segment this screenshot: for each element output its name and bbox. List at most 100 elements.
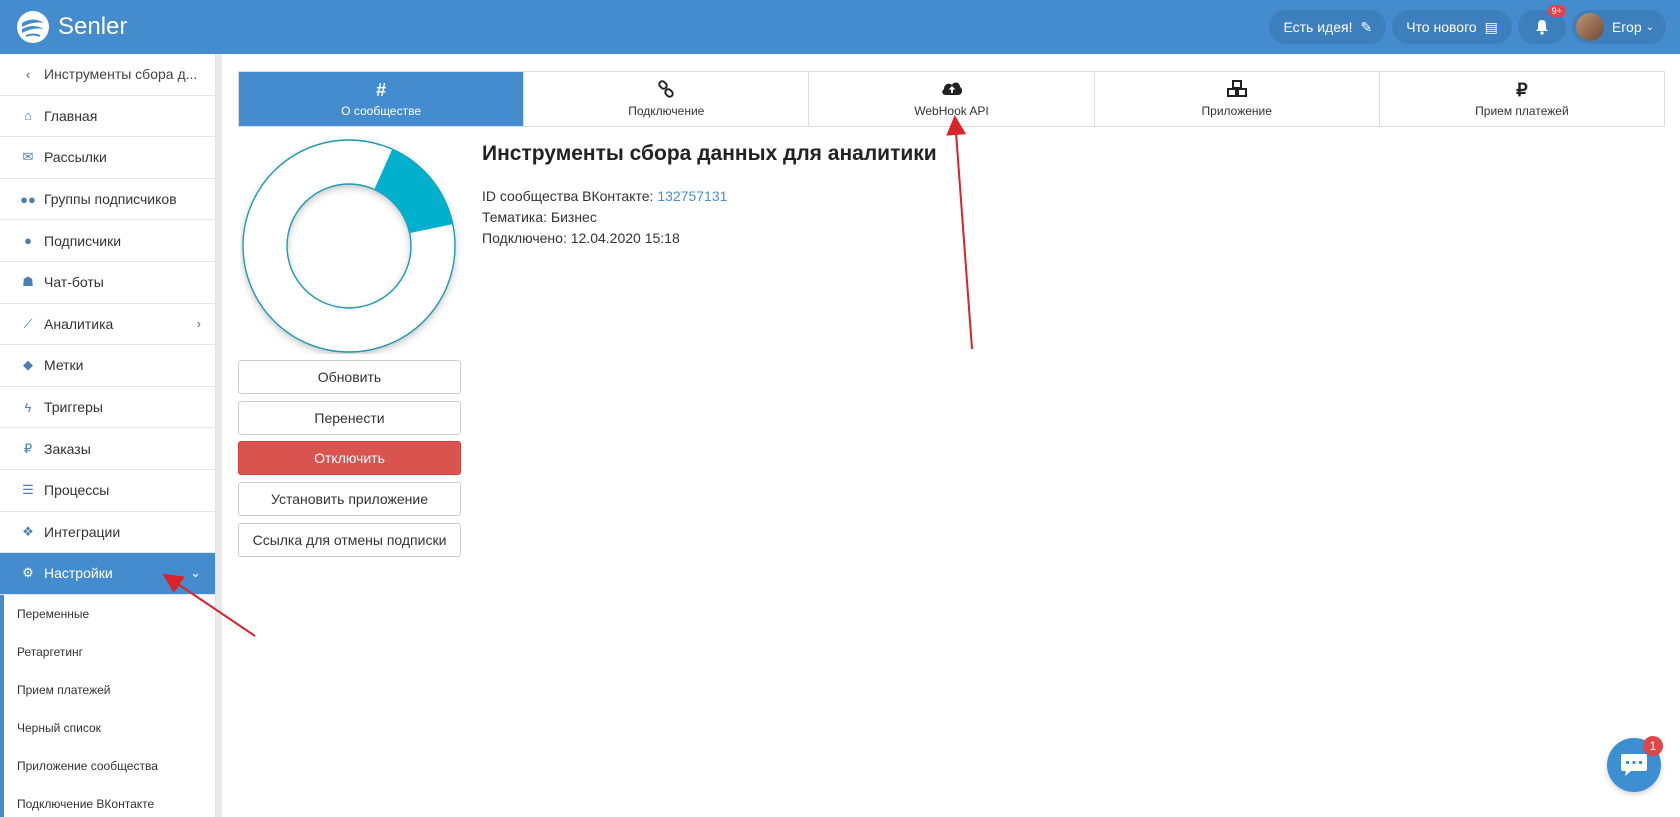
tab-label: WebHook API bbox=[914, 104, 989, 118]
sidebar-back-link[interactable]: ‹ Инструменты сбора д... bbox=[0, 54, 215, 96]
chevron-right-icon: › bbox=[196, 316, 201, 332]
chat-badge: 1 bbox=[1643, 736, 1663, 756]
sidebar-item-analytics[interactable]: ⟋ Аналитика › bbox=[0, 304, 215, 346]
sidebar-item-label: Группы подписчиков bbox=[44, 191, 177, 208]
sidebar-item-label: Главная bbox=[44, 107, 98, 124]
app-name: Senler bbox=[58, 13, 128, 40]
connected-row: Подключено: 12.04.2020 15:18 bbox=[482, 230, 680, 246]
support-chat-button[interactable]: 1 bbox=[1607, 736, 1663, 792]
unsubscribe-link-button[interactable]: Ссылка для отмены подписки bbox=[238, 523, 461, 557]
sidebar-item-label: Рассылки bbox=[44, 149, 107, 166]
top-navbar: Senler Есть идея! ✎ Что нового ▤ 9+ Егор… bbox=[0, 0, 1680, 54]
bolt-icon: ϟ bbox=[24, 399, 32, 415]
community-id-row: ID сообщества ВКонтакте: 132757131 bbox=[482, 188, 727, 204]
community-id-link[interactable]: 132757131 bbox=[657, 188, 727, 204]
submenu-item-retargeting[interactable]: Ретаргетинг bbox=[4, 633, 215, 671]
sidebar-item-subscriber-groups[interactable]: ●● Группы подписчиков bbox=[0, 179, 215, 221]
refresh-button[interactable]: Обновить bbox=[238, 360, 461, 394]
users-icon: ●● bbox=[20, 191, 36, 207]
logo[interactable]: Senler bbox=[16, 10, 127, 44]
ruble-icon: ₽ bbox=[23, 440, 33, 456]
sidebar-item-orders[interactable]: ₽ Заказы bbox=[0, 428, 215, 470]
envelope-icon: ✉ bbox=[22, 149, 34, 165]
notifications-button[interactable]: 9+ bbox=[1517, 5, 1566, 44]
install-app-button[interactable]: Установить приложение bbox=[238, 482, 461, 516]
chevron-down-icon: ⌄ bbox=[1645, 21, 1654, 33]
home-icon: ⌂ bbox=[24, 108, 32, 124]
sidebar-item-label: Настройки bbox=[44, 565, 113, 582]
whats-new-button[interactable]: Что нового ▤ bbox=[1392, 10, 1512, 44]
sidebar-item-home[interactable]: ⌂ Главная bbox=[0, 96, 215, 138]
move-button[interactable]: Перенести bbox=[238, 401, 461, 435]
submenu-item-payments[interactable]: Прием платежей bbox=[4, 671, 215, 709]
ruble-icon: ₽ bbox=[1516, 80, 1528, 100]
sidebar-item-label: Триггеры bbox=[44, 399, 103, 416]
tab-payments[interactable]: ₽ Прием платежей bbox=[1380, 72, 1664, 126]
community-tabs: # О сообществе Подключение WebHook API П… bbox=[238, 71, 1665, 127]
tab-application[interactable]: Приложение bbox=[1095, 72, 1380, 126]
cubes-icon: ❖ bbox=[22, 523, 34, 539]
submenu-item-variables[interactable]: Переменные bbox=[4, 595, 215, 633]
sidebar-item-label: Метки bbox=[44, 357, 84, 374]
tag-icon: ◆ bbox=[23, 357, 33, 373]
sidebar-item-processes[interactable]: ☰ Процессы bbox=[0, 470, 215, 512]
sidebar-item-subscribers[interactable]: ● Подписчики bbox=[0, 220, 215, 262]
whats-new-label: Что нового bbox=[1406, 19, 1477, 35]
tab-label: О сообществе bbox=[341, 104, 422, 118]
sidebar-item-integrations[interactable]: ❖ Интеграции bbox=[0, 512, 215, 554]
sidebar-item-label: Интеграции bbox=[44, 523, 121, 540]
tab-about[interactable]: # О сообществе bbox=[239, 72, 525, 126]
tab-label: Прием платежей bbox=[1475, 104, 1569, 118]
sidebar-item-chatbots[interactable]: ☗ Чат-боты bbox=[0, 262, 215, 304]
link-icon bbox=[657, 80, 675, 100]
newspaper-icon: ▤ bbox=[1484, 18, 1498, 35]
sidebar-item-label: Чат-боты bbox=[44, 274, 104, 291]
settings-submenu: Переменные Ретаргетинг Прием платежей Че… bbox=[0, 594, 215, 817]
android-icon: ☗ bbox=[22, 274, 34, 290]
chevron-left-icon: ‹ bbox=[25, 66, 31, 82]
avatar bbox=[1575, 13, 1604, 41]
connected-value: 12.04.2020 15:18 bbox=[570, 230, 680, 246]
edit-icon: ✎ bbox=[1360, 18, 1373, 35]
user-name: Егор bbox=[1611, 19, 1642, 35]
submenu-item-vk-connection[interactable]: Подключение ВКонтакте bbox=[4, 785, 215, 817]
submenu-item-community-app[interactable]: Приложение сообщества bbox=[4, 747, 215, 785]
sidebar-item-label: Аналитика bbox=[44, 315, 114, 332]
sidebar-item-label: Заказы bbox=[44, 440, 91, 457]
gears-icon: ⚙ bbox=[22, 565, 34, 581]
senler-logo-icon bbox=[17, 11, 49, 43]
idea-label: Есть идея! bbox=[1283, 19, 1353, 35]
cubes-icon bbox=[1226, 80, 1248, 100]
arrow-to-webhook-tab bbox=[946, 115, 973, 350]
server-icon: ☰ bbox=[22, 482, 34, 498]
user-icon: ● bbox=[24, 233, 32, 249]
chart-line-icon: ⟋ bbox=[23, 315, 33, 331]
sidebar-scrollbar[interactable] bbox=[216, 54, 222, 817]
community-avatar-donut bbox=[240, 138, 460, 354]
sidebar-item-triggers[interactable]: ϟ Триггеры bbox=[0, 387, 215, 429]
hashtag-icon: # bbox=[376, 80, 387, 100]
theme-value: Бизнес bbox=[550, 209, 597, 225]
sidebar-item-label: Подписчики bbox=[44, 232, 122, 249]
sidebar-item-settings[interactable]: ⚙ Настройки ⌄ bbox=[0, 553, 215, 595]
page-title: Инструменты сбора данных для аналитики bbox=[482, 142, 937, 165]
submenu-item-blacklist[interactable]: Черный список bbox=[4, 709, 215, 747]
sidebar-item-label: Процессы bbox=[44, 482, 110, 499]
cloud-upload-icon bbox=[941, 80, 963, 100]
user-menu[interactable]: Егор ⌄ bbox=[1571, 10, 1666, 44]
sidebar-item-tags[interactable]: ◆ Метки bbox=[0, 345, 215, 387]
bell-icon bbox=[1535, 20, 1548, 35]
tab-webhook-api[interactable]: WebHook API bbox=[809, 72, 1095, 126]
tab-connection[interactable]: Подключение bbox=[524, 72, 810, 126]
theme-row: Тематика: Бизнес bbox=[482, 209, 597, 225]
sidebar-item-mailings[interactable]: ✉ Рассылки bbox=[0, 137, 215, 179]
tab-label: Приложение bbox=[1201, 104, 1272, 118]
notifications-badge: 9+ bbox=[1547, 5, 1566, 17]
chat-icon bbox=[1621, 754, 1647, 776]
tab-label: Подключение bbox=[628, 104, 705, 118]
sidebar-back-label: Инструменты сбора д... bbox=[44, 66, 198, 83]
disconnect-button[interactable]: Отключить bbox=[238, 441, 461, 475]
sidebar: ‹ Инструменты сбора д... ⌂ Главная ✉ Рас… bbox=[0, 54, 216, 817]
idea-button[interactable]: Есть идея! ✎ bbox=[1269, 10, 1387, 44]
theme-label: Тематика: bbox=[482, 209, 547, 225]
